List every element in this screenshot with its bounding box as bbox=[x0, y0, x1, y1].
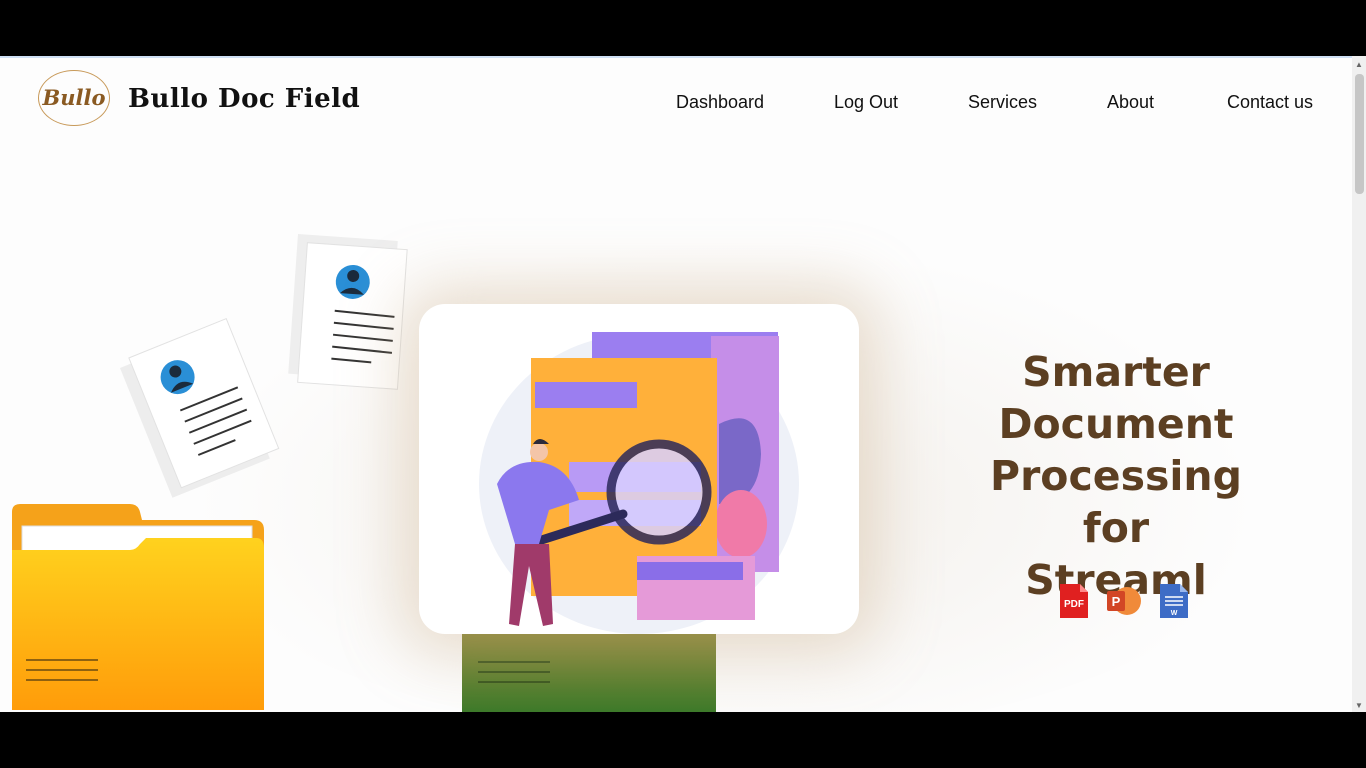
logo-text: Bullo bbox=[42, 85, 106, 110]
logo[interactable]: Bullo bbox=[38, 70, 110, 126]
scroll-down-icon[interactable]: ▼ bbox=[1352, 701, 1366, 710]
word-doc-icon: W bbox=[1160, 584, 1188, 618]
headline-line: Smarter bbox=[1022, 348, 1210, 396]
nav-contact-us[interactable]: Contact us bbox=[1227, 92, 1313, 113]
floating-documents-illustration bbox=[120, 234, 408, 498]
page: Bullo Bullo Doc Field Dashboard Log Out … bbox=[0, 58, 1352, 712]
hero-image-card bbox=[419, 304, 859, 634]
pdf-icon: PDF bbox=[1060, 584, 1088, 618]
powerpoint-icon: P bbox=[1107, 587, 1141, 615]
vertical-scrollbar[interactable]: ▲ ▼ bbox=[1352, 56, 1366, 712]
nav-dashboard[interactable]: Dashboard bbox=[676, 92, 764, 113]
pdf-icon-label: PDF bbox=[1064, 599, 1084, 610]
nav-logout[interactable]: Log Out bbox=[834, 92, 898, 113]
folder-illustration bbox=[12, 504, 264, 710]
browser-viewport: Bullo Bullo Doc Field Dashboard Log Out … bbox=[0, 56, 1366, 712]
headline-line: Processing for bbox=[990, 452, 1242, 552]
scroll-up-icon[interactable]: ▲ bbox=[1352, 60, 1366, 69]
hero-headline: Smarter Document Processing for Streaml bbox=[950, 346, 1282, 606]
headline-line: Document bbox=[998, 400, 1234, 448]
powerpoint-icon-label: P bbox=[1112, 594, 1121, 609]
scrollbar-thumb[interactable] bbox=[1355, 74, 1364, 194]
nav-services[interactable]: Services bbox=[968, 92, 1037, 113]
document-search-illustration bbox=[479, 332, 799, 634]
site-name[interactable]: Bullo Doc Field bbox=[128, 84, 360, 114]
word-doc-icon-label: W bbox=[1171, 610, 1178, 617]
nav-about[interactable]: About bbox=[1107, 92, 1154, 113]
